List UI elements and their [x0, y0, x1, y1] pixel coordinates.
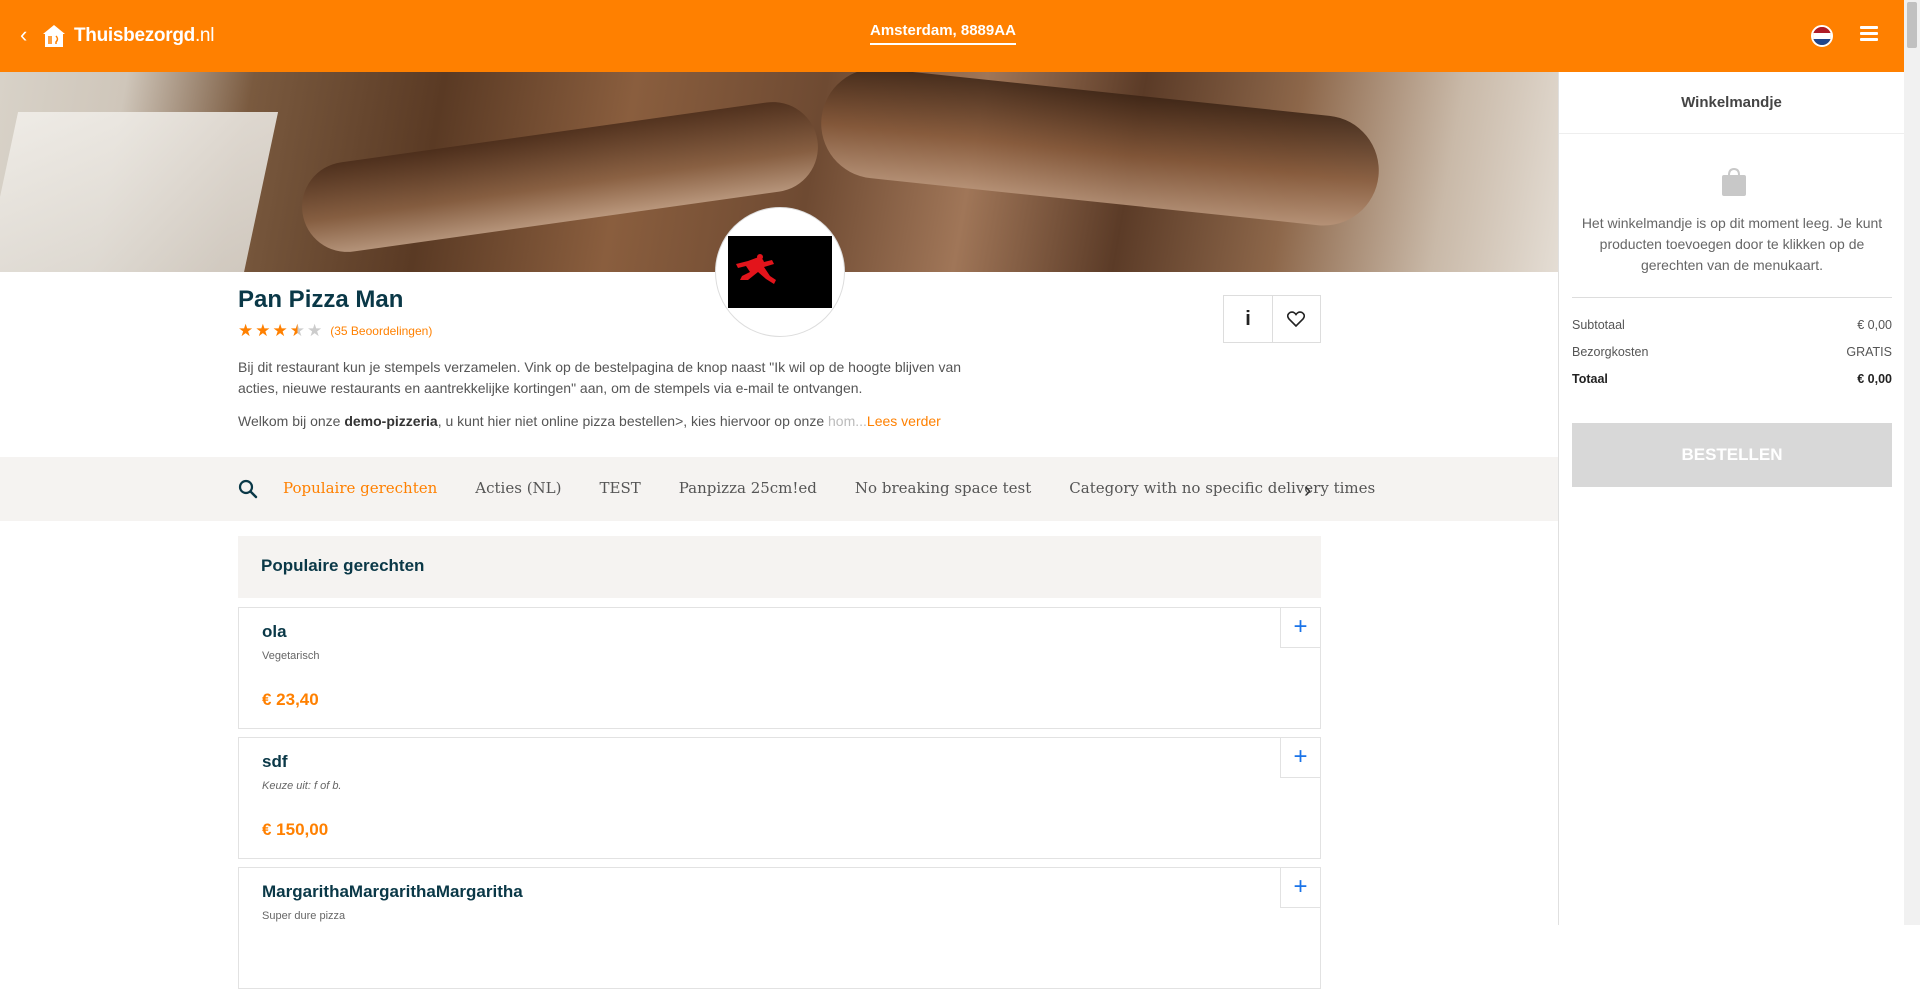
empty-basket-text: Het winkelmandje is op dit moment leeg. … — [1581, 215, 1883, 273]
delivery-costs-row: Bezorgkosten GRATIS — [1572, 345, 1892, 359]
category-tab-test[interactable]: TEST — [600, 479, 641, 497]
delivery-costs-label: Bezorgkosten — [1572, 345, 1649, 359]
order-button[interactable]: BESTELLEN — [1572, 423, 1892, 487]
ellipsis: ... — [855, 413, 867, 429]
category-list: Populaire gerechten Acties (NL) TEST Pan… — [283, 479, 1375, 497]
logo-text: Thuisbezorgd — [74, 25, 195, 46]
meal-name: MargarithaMargarithaMargaritha — [262, 882, 523, 901]
running-man-logo-icon — [736, 254, 776, 284]
meal-price: € 23,40 — [262, 690, 319, 709]
search-icon[interactable] — [238, 479, 258, 499]
restaurant-logo — [715, 207, 845, 337]
shopping-bag-icon — [1722, 167, 1746, 196]
netherlands-flag-icon[interactable] — [1811, 25, 1833, 47]
restaurant-actions: i — [1223, 295, 1321, 343]
category-tab-no-delivery-times[interactable]: Category with no specific delivery times — [1069, 479, 1375, 497]
chevron-left-icon[interactable]: ‹ — [20, 24, 34, 46]
page-scrollbar[interactable] — [1904, 0, 1920, 925]
half-star-icon: ★ — [289, 321, 305, 340]
stamps-notice: Bij dit restaurant kun je stempels verza… — [238, 359, 962, 396]
description-text: , u kunt hier niet online pizza bestelle… — [437, 413, 828, 429]
top-bar: ‹ Thuisbezorgd.nl Amsterdam, 8889AA — [0, 0, 1920, 72]
info-button[interactable]: i — [1224, 296, 1272, 342]
category-tab-no-breaking-space[interactable]: No breaking space test — [855, 479, 1031, 497]
meal-name: ola — [262, 622, 287, 641]
delivery-costs-value: GRATIS — [1846, 345, 1892, 359]
meal-description: Vegetarisch — [262, 650, 320, 662]
meal-name: sdf — [262, 752, 288, 771]
basket-title: Winkelmandje — [1559, 72, 1904, 134]
category-tab-acties[interactable]: Acties (NL) — [475, 479, 561, 497]
site-logo[interactable]: Thuisbezorgd.nl — [40, 20, 214, 52]
category-tab-panpizza[interactable]: Panpizza 25cm!ed — [679, 479, 817, 497]
favorite-button[interactable] — [1271, 296, 1320, 342]
empty-star-icon: ★ — [307, 321, 323, 340]
scrollbar-thumb[interactable] — [1907, 2, 1917, 48]
meal-price: € 150,00 — [262, 820, 329, 839]
divider — [1572, 297, 1892, 298]
star-icon: ★ — [272, 321, 288, 340]
category-bar: Populaire gerechten Acties (NL) TEST Pan… — [0, 457, 1558, 521]
logo-tld: .nl — [194, 25, 215, 46]
description-bold: demo-pizzeria — [344, 413, 438, 429]
heart-icon — [1287, 311, 1306, 327]
total-label: Totaal — [1572, 372, 1608, 386]
star-icon: ★ — [255, 321, 271, 340]
category-tab-populaire[interactable]: Populaire gerechten — [283, 479, 437, 497]
add-meal-button[interactable]: + — [1280, 868, 1320, 908]
add-meal-button[interactable]: + — [1280, 738, 1320, 778]
hamburger-menu-icon[interactable] — [1860, 26, 1878, 44]
meal-item[interactable]: ola Vegetarisch € 23,40 + — [238, 607, 1321, 729]
rating: ★ ★ ★ ★ ★ (35 Beoordelingen) — [238, 322, 432, 339]
star-icon: ★ — [238, 321, 254, 340]
description-text: Welkom bij onze — [238, 413, 345, 429]
meal-description: Super dure pizza — [262, 910, 346, 922]
meal-description: Keuze uit: f of b. — [262, 780, 342, 792]
subtotal-value: € 0,00 — [1857, 318, 1892, 332]
total-row: Totaal € 0,00 — [1572, 372, 1892, 386]
basket-panel: Winkelmandje Het winkelmandje is op dit … — [1558, 72, 1904, 925]
restaurant-name: Pan Pizza Man — [238, 286, 404, 313]
section-title: Populaire gerechten — [238, 536, 1321, 598]
house-logo-icon — [43, 25, 65, 47]
delivery-location[interactable]: Amsterdam, 8889AA — [870, 22, 1016, 45]
meal-item[interactable]: sdf Keuze uit: f of b. € 150,00 + — [238, 737, 1321, 859]
chevron-right-icon[interactable]: › — [1304, 477, 1311, 503]
meal-item[interactable]: MargarithaMargarithaMargaritha Super dur… — [238, 867, 1321, 989]
description-fade: hom — [828, 413, 856, 429]
subtotal-label: Subtotaal — [1572, 318, 1625, 332]
add-meal-button[interactable]: + — [1280, 608, 1320, 648]
subtotal-row: Subtotaal € 0,00 — [1572, 318, 1892, 332]
reviews-link[interactable]: (35 Beoordelingen) — [330, 324, 432, 338]
restaurant-description: Welkom bij onze demo-pizzeria, u kunt hi… — [238, 411, 998, 432]
total-value: € 0,00 — [1857, 372, 1892, 386]
read-more-link[interactable]: Lees verder — [867, 413, 941, 429]
